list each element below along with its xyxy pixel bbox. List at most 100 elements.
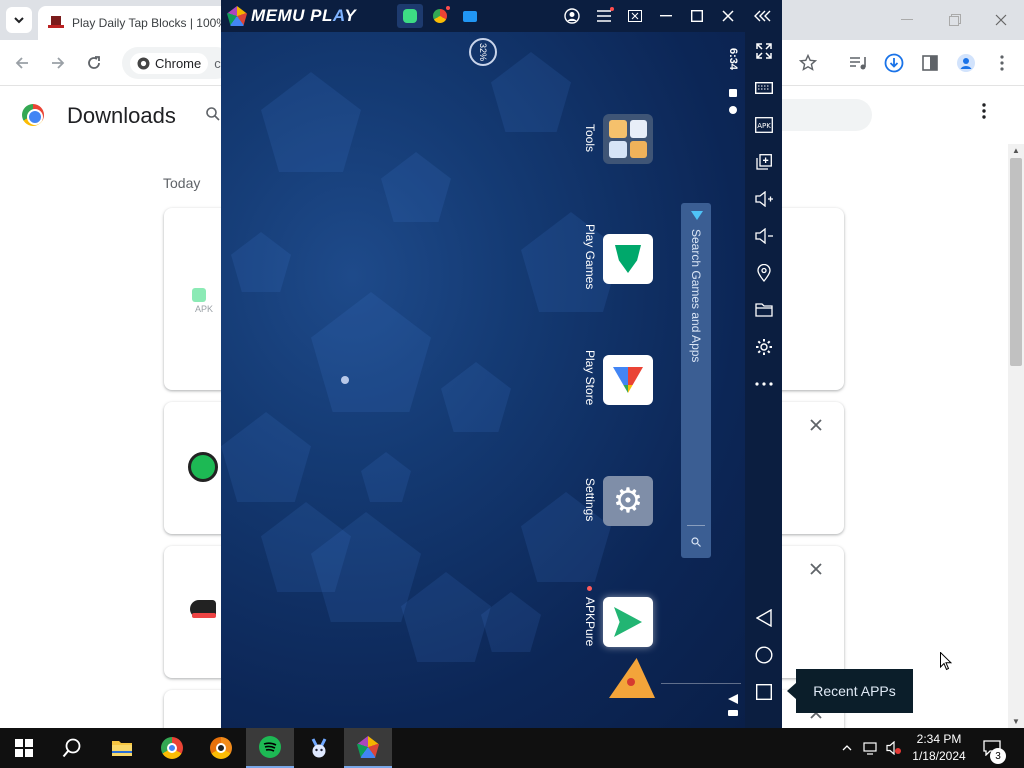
maximize-icon	[691, 10, 703, 22]
volume-up-icon	[755, 191, 773, 207]
search-placeholder: Search Games and Apps	[689, 229, 703, 363]
tray-overflow-button[interactable]	[838, 728, 856, 768]
close-icon	[722, 10, 734, 22]
memu-tab-home[interactable]	[397, 4, 423, 28]
app-label-settings: Settings	[583, 478, 597, 522]
tooltip-arrow	[787, 683, 796, 699]
browser-tab[interactable]: Play Daily Tap Blocks | 100%	[38, 6, 228, 40]
network-button[interactable]	[860, 728, 882, 768]
chrome-menu-button[interactable]	[988, 49, 1016, 77]
start-button[interactable]	[0, 728, 48, 768]
restore-button[interactable]	[932, 0, 978, 40]
memu-tab-files[interactable]	[457, 4, 483, 28]
side-panel-button[interactable]	[916, 49, 944, 77]
more-options-button[interactable]	[751, 371, 777, 397]
status-arrow-icon	[728, 694, 738, 704]
volume-button[interactable]	[884, 728, 904, 768]
reload-icon	[88, 56, 100, 69]
downloads-search-field[interactable]	[782, 99, 872, 131]
memu-settings-button[interactable]	[751, 334, 777, 360]
taskbar-file-explorer[interactable]	[98, 728, 146, 768]
android-back-button[interactable]	[751, 605, 777, 631]
keyboard-mapping-button[interactable]	[751, 75, 777, 101]
bookmark-button[interactable]	[794, 49, 822, 77]
bunny-app-icon	[311, 738, 327, 758]
memu-maximize-button[interactable]	[684, 4, 710, 28]
scroll-up-icon[interactable]: ▲	[1012, 146, 1020, 155]
memu-close-button[interactable]	[715, 4, 741, 28]
arrow-right-icon	[52, 57, 65, 69]
profile-icon	[957, 54, 975, 72]
downloads-button[interactable]	[880, 49, 908, 77]
address-bar[interactable]: Chrome ch	[122, 47, 232, 79]
shoe-file-icon	[190, 600, 216, 618]
keyboard-mini-icon	[728, 710, 738, 716]
downloads-menu-button[interactable]	[982, 103, 986, 124]
memu-minimize-button[interactable]	[653, 4, 679, 28]
date-group-label: Today	[163, 175, 201, 191]
location-button[interactable]	[751, 260, 777, 286]
more-dots-icon	[755, 382, 773, 386]
chevron-up-icon	[842, 745, 852, 751]
site-chip[interactable]: Chrome	[130, 52, 209, 74]
fullscreen-button[interactable]	[751, 38, 777, 64]
search-icon[interactable]	[206, 107, 220, 124]
android-home-screen[interactable]: 32% 6:34 Tools Play Games Play Store ⚙ S…	[221, 32, 745, 728]
shared-folder-button[interactable]	[751, 297, 777, 323]
forward-button[interactable]	[44, 49, 72, 77]
app-play-store[interactable]	[603, 355, 653, 405]
volume-down-button[interactable]	[751, 223, 777, 249]
remove-download-button[interactable]	[810, 562, 822, 580]
search-games-bar[interactable]: Search Games and Apps	[681, 203, 711, 558]
memu-sidebar: APK	[745, 32, 782, 728]
app-play-games[interactable]	[603, 234, 653, 284]
app-settings[interactable]: ⚙	[603, 476, 653, 526]
media-button[interactable]	[844, 49, 872, 77]
status-time: 6:34	[727, 48, 739, 71]
taskbar-chrome[interactable]	[148, 728, 196, 768]
star-icon	[799, 54, 817, 71]
android-home-button[interactable]	[751, 642, 777, 668]
multi-instance-button[interactable]	[751, 149, 777, 175]
hamburger-icon	[597, 10, 611, 22]
app-tools[interactable]	[603, 114, 653, 164]
taskbar-bunny-app[interactable]	[295, 728, 343, 768]
taskbar-spotify[interactable]	[246, 728, 294, 768]
reload-button[interactable]	[80, 49, 108, 77]
memu-screen-mode-button[interactable]	[622, 4, 648, 28]
apk-file-icon: APK	[188, 284, 218, 314]
android-recents-button[interactable]	[751, 679, 777, 705]
minimize-icon	[660, 15, 672, 17]
taskbar-chrome-canary[interactable]	[197, 728, 245, 768]
battery-indicator: 32%	[469, 38, 497, 66]
file-explorer-icon	[112, 741, 132, 756]
volume-up-button[interactable]	[751, 186, 777, 212]
scrollbar-thumb[interactable]	[1010, 158, 1022, 366]
page-scrollbar[interactable]: ▲ ▼	[1008, 144, 1024, 728]
app-label-tools: Tools	[583, 124, 597, 153]
chevron-down-icon	[14, 17, 24, 24]
apkpure-icon	[614, 607, 642, 637]
tab-search-button[interactable]	[6, 7, 32, 33]
taskbar-clock[interactable]: 2:34 PM 1/18/2024	[904, 731, 974, 765]
install-apk-button[interactable]: APK	[751, 112, 777, 138]
close-window-button[interactable]	[978, 0, 1024, 40]
minimize-button[interactable]	[884, 0, 930, 40]
pizza-app-icon[interactable]	[609, 658, 655, 698]
scroll-down-icon[interactable]: ▼	[1012, 717, 1020, 726]
chrome-icon	[137, 57, 150, 69]
chrome-canary-icon	[210, 737, 232, 759]
taskbar-search-button[interactable]	[48, 728, 96, 768]
app-apkpure[interactable]	[603, 597, 653, 647]
search-icon[interactable]	[691, 537, 701, 550]
remove-download-button[interactable]	[810, 418, 822, 436]
user-icon	[564, 8, 580, 24]
memu-collapse-sidebar-button[interactable]	[750, 4, 776, 28]
kebab-menu-icon	[982, 103, 986, 119]
back-button[interactable]	[8, 49, 36, 77]
volume-muted-icon	[886, 741, 901, 755]
taskbar-memu[interactable]	[344, 728, 392, 768]
profile-button[interactable]	[952, 49, 980, 77]
app-label-play-games: Play Games	[583, 224, 597, 290]
memu-account-button[interactable]	[559, 4, 585, 28]
